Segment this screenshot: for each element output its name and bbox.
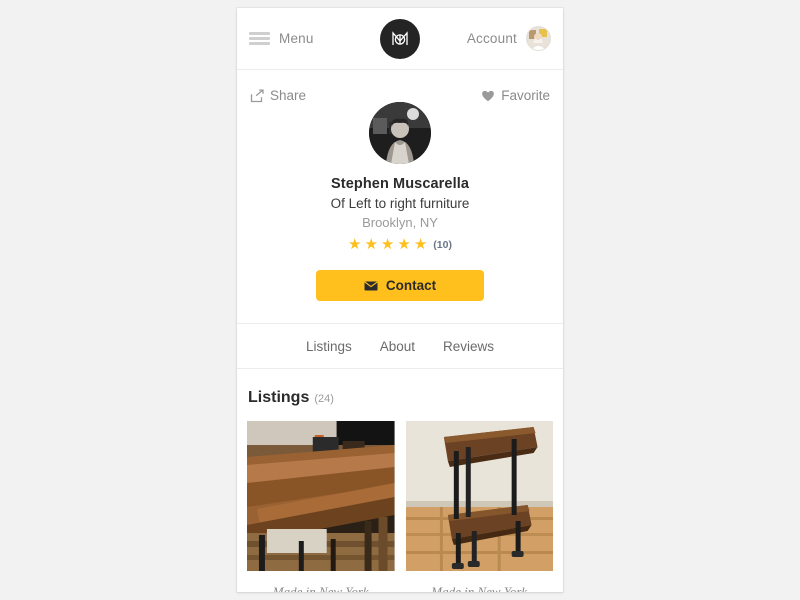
listings-title: Listings bbox=[248, 389, 310, 406]
listings-section: Listings (24) Made in New York Made in N… bbox=[237, 369, 563, 592]
listing-origin: Made in New York bbox=[431, 584, 528, 592]
envelope-icon bbox=[364, 281, 378, 290]
listing-origin: Made in New York bbox=[272, 584, 369, 592]
star-icon: ★ bbox=[413, 236, 428, 253]
account-label: Account bbox=[466, 31, 517, 46]
account-avatar-icon[interactable] bbox=[526, 26, 551, 51]
profile-tabs: Listings About Reviews bbox=[237, 324, 563, 369]
phone-frame: Menu Account Share Favorite Stephen Musc… bbox=[237, 8, 563, 592]
top-navigation-bar: Menu Account bbox=[237, 8, 563, 70]
menu-button[interactable]: Menu bbox=[249, 31, 314, 46]
contact-button[interactable]: Contact bbox=[316, 270, 484, 301]
profile-name: Stephen Muscarella bbox=[331, 176, 469, 192]
star-icon: ★ bbox=[380, 236, 395, 253]
favorite-button[interactable]: Favorite bbox=[481, 88, 550, 103]
listing-photo[interactable] bbox=[405, 421, 553, 571]
listing-photo[interactable] bbox=[247, 421, 395, 571]
share-button[interactable]: Share bbox=[250, 88, 306, 103]
listings-grid: Made in New York Live edge slab table $4… bbox=[247, 421, 553, 592]
profile-photo bbox=[369, 102, 431, 164]
tab-about[interactable]: About bbox=[380, 339, 415, 354]
listings-heading: Listings (24) bbox=[247, 389, 553, 407]
menu-label: Menu bbox=[279, 31, 314, 46]
listings-count: (24) bbox=[314, 393, 334, 405]
star-icon: ★ bbox=[397, 236, 411, 253]
star-icon: ★ bbox=[348, 236, 362, 253]
account-button[interactable]: Account bbox=[467, 26, 551, 51]
profile-section: Share Favorite Stephen Muscarella Of Lef… bbox=[237, 70, 563, 324]
star-icon: ★ bbox=[364, 236, 378, 253]
share-icon bbox=[250, 88, 264, 102]
tab-reviews[interactable]: Reviews bbox=[443, 339, 494, 354]
tab-listings[interactable]: Listings bbox=[306, 339, 352, 354]
heart-icon bbox=[482, 90, 495, 102]
profile-shop-name: Of Left to right furniture bbox=[330, 196, 470, 211]
favorite-label: Favorite bbox=[501, 88, 550, 103]
hamburger-icon[interactable] bbox=[249, 32, 270, 45]
listing-card[interactable]: Made in New York Tritable $850+ bbox=[405, 421, 553, 592]
contact-label: Contact bbox=[385, 278, 437, 293]
rating-row[interactable]: ★ ★ ★ ★ ★ (10) bbox=[237, 237, 563, 252]
rating-count: (10) bbox=[433, 238, 452, 251]
logo-monogram-icon[interactable] bbox=[380, 18, 420, 59]
profile-location: Brooklyn, NY bbox=[362, 215, 438, 230]
listing-card[interactable]: Made in New York Live edge slab table $4… bbox=[247, 421, 395, 592]
share-label: Share bbox=[270, 88, 307, 103]
